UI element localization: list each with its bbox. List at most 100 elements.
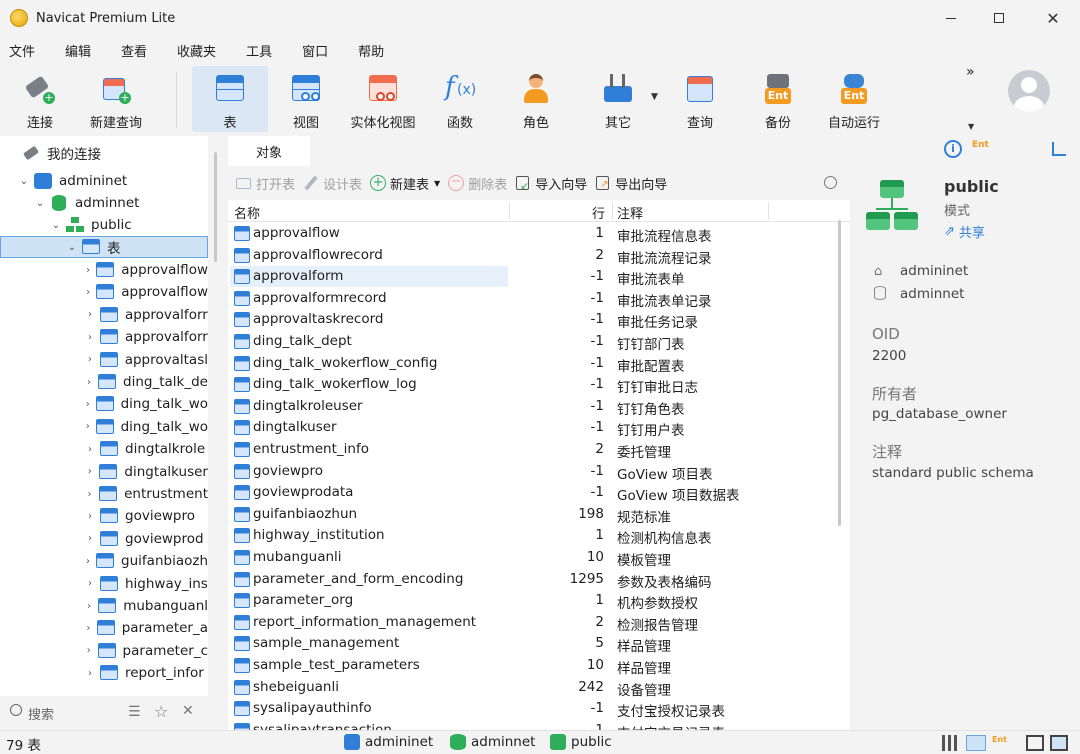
detail-view-ent-icon[interactable]: Ent [992, 735, 1010, 751]
table-row[interactable]: dingtalkuser -1 钉钉用户表 [228, 417, 838, 439]
tree-table-item[interactable]: › ding_talk_wo [0, 393, 208, 415]
toolbar-other-button[interactable]: 其它 [588, 66, 648, 132]
chevron-right-icon[interactable]: › [84, 668, 96, 679]
chevron-right-icon[interactable]: › [84, 623, 93, 634]
tree-table-item[interactable]: › approvalflow [0, 259, 208, 281]
tree-table-item[interactable]: › goviewprod [0, 528, 208, 550]
tree-table-item[interactable]: › approvaltasl [0, 349, 208, 371]
menu-help[interactable]: 帮助 [349, 41, 393, 60]
menu-edit[interactable]: 编辑 [56, 41, 100, 60]
tree-table-item[interactable]: › parameter_a [0, 617, 208, 639]
tree-table-item[interactable]: › approvalforr [0, 304, 208, 326]
chevron-right-icon[interactable]: › [84, 556, 92, 567]
tree-table-item[interactable]: › goviewpro [0, 505, 208, 527]
table-row[interactable]: parameter_org 1 机构参数授权 [228, 590, 838, 612]
new-table-button[interactable]: + 新建表 ▼ [370, 174, 440, 193]
chevron-down-icon[interactable]: ⌄ [66, 242, 78, 253]
toolbar-role-button[interactable]: 角色 [506, 66, 566, 132]
right-pane-toggle-icon[interactable] [1050, 735, 1068, 751]
toolbar-new-query-button[interactable]: + 新建查询 [84, 66, 148, 132]
toolbar-view-button[interactable]: 视图 [276, 66, 336, 132]
chevron-down-icon[interactable]: ⌄ [34, 198, 46, 209]
menu-view[interactable]: 查看 [112, 41, 156, 60]
tree-table-item[interactable]: › approvalflow [0, 281, 208, 303]
table-row[interactable]: parameter_and_form_encoding 1295 参数及表格编码 [228, 569, 838, 591]
chevron-right-icon[interactable]: › [84, 601, 94, 612]
tree-table-item[interactable]: › dingtalkuser [0, 461, 208, 483]
tree-connection-admininet[interactable]: ⌄ admininet [0, 170, 208, 192]
tree-table-item[interactable]: › approvalforr [0, 326, 208, 348]
chevron-down-icon[interactable]: ⌄ [50, 220, 62, 231]
other-dropdown-arrow-icon[interactable]: ▼ [651, 92, 658, 102]
toolbar-overflow-arrow-icon[interactable]: ▼ [968, 122, 974, 131]
ddl-ent-icon[interactable]: Ent [972, 140, 989, 158]
table-row[interactable]: approvalform -1 审批流表单 [228, 266, 838, 288]
table-row[interactable]: sysalipayauthinfo -1 支付宝授权记录表 [228, 698, 838, 720]
close-button[interactable]: ✕ [1030, 0, 1076, 36]
tab-objects[interactable]: 对象 [228, 136, 310, 166]
sidebar-scrollbar[interactable] [214, 152, 217, 262]
table-row[interactable]: report_information_management 2 检测报告管理 [228, 612, 838, 634]
table-row[interactable]: mubanguanli 10 模板管理 [228, 547, 838, 569]
chevron-right-icon[interactable]: › [84, 399, 92, 410]
table-row[interactable]: sample_test_parameters 10 样品管理 [228, 655, 838, 677]
table-list-scrollbar[interactable] [838, 220, 841, 526]
design-table-button[interactable]: 设计表 [303, 174, 362, 193]
chevron-right-icon[interactable]: › [84, 533, 96, 544]
tree-table-item[interactable]: › highway_ins [0, 573, 208, 595]
open-table-button[interactable]: 打开表 [236, 174, 295, 193]
table-row[interactable]: entrustment_info 2 委托管理 [228, 439, 838, 461]
user-avatar[interactable] [1008, 70, 1050, 112]
table-row[interactable]: dingtalkroleuser -1 钉钉角色表 [228, 396, 838, 418]
table-row[interactable]: sysalipaytransaction -1 支付宝交易记录表 [228, 720, 838, 730]
chevron-right-icon[interactable]: › [84, 444, 96, 455]
tree-table-item[interactable]: › ding_talk_wo [0, 416, 208, 438]
delete-table-button[interactable]: − 删除表 [448, 174, 507, 193]
chevron-right-icon[interactable]: › [84, 265, 92, 276]
chevron-right-icon[interactable]: › [84, 645, 94, 656]
table-row[interactable]: approvalformrecord -1 审批流表单记录 [228, 288, 838, 310]
tree-table-item[interactable]: › ding_talk_de [0, 371, 208, 393]
toolbar-table-button[interactable]: 表 [192, 66, 268, 132]
table-row[interactable]: sample_management 5 样品管理 [228, 633, 838, 655]
table-row[interactable]: goviewprodata -1 GoView 项目数据表 [228, 482, 838, 504]
table-row[interactable]: ding_talk_dept -1 钉钉部门表 [228, 331, 838, 353]
tree-table-item[interactable]: › dingtalkrole [0, 438, 208, 460]
chevron-right-icon[interactable]: › [84, 466, 95, 477]
chevron-right-icon[interactable]: › [84, 578, 96, 589]
import-wizard-button[interactable]: ↙ 导入向导 [515, 174, 587, 193]
chevron-right-icon[interactable]: › [84, 489, 95, 500]
minimize-button[interactable] [928, 0, 974, 36]
chevron-right-icon[interactable]: › [84, 421, 92, 432]
menu-tools[interactable]: 工具 [237, 41, 281, 60]
chevron-right-icon[interactable]: › [84, 309, 96, 320]
toolbar-materialized-view-button[interactable]: 实体化视图 [344, 66, 422, 132]
toolbar-function-button[interactable]: f (x) 函数 [430, 66, 490, 132]
chevron-right-icon[interactable]: › [84, 354, 96, 365]
chevron-down-icon[interactable]: ▼ [434, 179, 440, 188]
search-icon[interactable] [824, 176, 837, 189]
table-row[interactable]: shebeiguanli 242 设备管理 [228, 677, 838, 699]
toolbar-connection-button[interactable]: + 连接 [10, 66, 70, 132]
export-wizard-button[interactable]: ↗ 导出向导 [595, 174, 667, 193]
collapse-icon[interactable]: ✕ [182, 703, 194, 719]
column-comment-header[interactable]: 注释 [617, 203, 643, 222]
tree-tables-node[interactable]: ⌄ 表 [0, 236, 208, 258]
share-button[interactable]: ⇗ 共享 [944, 222, 985, 241]
sidebar-search-input[interactable]: 搜索 [28, 704, 54, 723]
table-row[interactable]: ding_talk_wokerflow_log -1 钉钉审批日志 [228, 374, 838, 396]
chevron-down-icon[interactable]: ⌄ [18, 176, 30, 187]
filter-icon[interactable]: ☰ [128, 704, 141, 720]
tree-my-connections[interactable]: 我的连接 [0, 142, 208, 164]
star-icon[interactable]: ☆ [154, 702, 168, 721]
tree-schema-public[interactable]: ⌄ public [0, 214, 208, 236]
chevron-right-icon[interactable]: › [84, 332, 96, 343]
left-pane-toggle-icon[interactable] [1026, 735, 1044, 751]
toolbar-more-button[interactable]: » [966, 64, 975, 80]
table-row[interactable]: guifanbiaozhun 198 规范标准 [228, 504, 838, 526]
column-rows-header[interactable]: 行 [592, 203, 605, 222]
chevron-right-icon[interactable]: › [84, 511, 96, 522]
table-row[interactable]: approvalflow 1 审批流程信息表 [228, 223, 838, 245]
grid-view-icon[interactable] [942, 735, 960, 751]
table-row[interactable]: highway_institution 1 检测机构信息表 [228, 525, 838, 547]
